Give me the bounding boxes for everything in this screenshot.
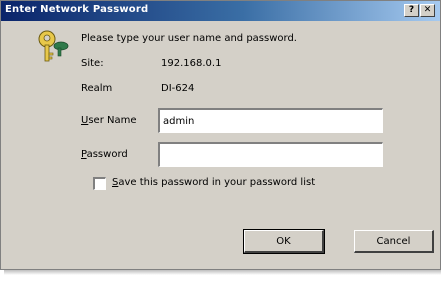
user-name-label: User Name: [81, 115, 136, 126]
save-password-checkbox[interactable]: [93, 177, 106, 190]
user-name-label-text: ser Name: [88, 115, 137, 126]
password-label: Password: [81, 149, 128, 160]
site-label: Site:: [81, 58, 104, 69]
cancel-button[interactable]: Cancel: [354, 230, 434, 253]
close-button[interactable]: ✕: [420, 4, 435, 17]
window-title: Enter Network Password: [5, 4, 149, 15]
title-bar[interactable]: Enter Network Password ? ✕: [1, 1, 440, 21]
realm-value: DI-624: [161, 83, 195, 94]
realm-label: Realm: [81, 83, 113, 94]
site-value: 192.168.0.1: [161, 58, 222, 69]
instruction-text: Please type your user name and password.: [81, 33, 297, 44]
help-button[interactable]: ?: [404, 4, 419, 17]
password-input[interactable]: [158, 142, 383, 167]
user-name-input[interactable]: [158, 108, 383, 133]
dialog-shadow: [4, 270, 441, 275]
password-label-text: assword: [86, 149, 128, 160]
save-password-label-text: ave this password in your password list: [118, 177, 316, 188]
save-password-label[interactable]: Save this password in your password list: [112, 177, 315, 188]
ok-button[interactable]: OK: [243, 229, 325, 254]
network-password-dialog: Enter Network Password ? ✕ Please type y…: [0, 0, 441, 270]
key-icon: [38, 30, 69, 62]
